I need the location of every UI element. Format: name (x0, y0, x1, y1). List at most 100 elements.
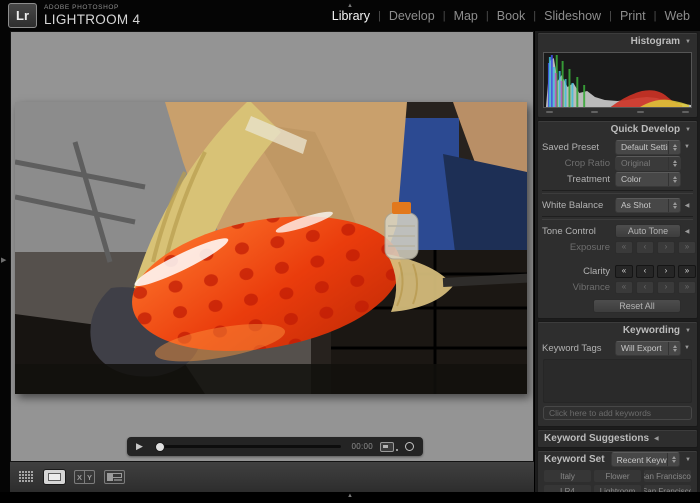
histogram-clipping-indicators (538, 111, 697, 117)
keyword-chip[interactable]: San Franciscod (644, 470, 691, 482)
compare-x-label: X (75, 471, 85, 483)
module-web[interactable]: Web (665, 9, 690, 23)
keyword-set-grid: Italy Flower San Franciscod LR4 Lightroo… (544, 470, 691, 492)
play-button[interactable]: ▶ (136, 442, 143, 451)
vibrance-decrease-button[interactable]: ‹ (636, 280, 654, 294)
vibrance-large-decrease-button[interactable]: « (615, 280, 633, 294)
crop-ratio-label: Crop Ratio (564, 157, 610, 169)
saved-preset-row: Saved Preset Default Settings ▼ (542, 139, 693, 155)
expand-section-icon[interactable]: ▼ (681, 144, 693, 150)
clarity-large-increase-button[interactable]: » (678, 264, 696, 278)
clarity-decrease-button[interactable]: ‹ (636, 264, 654, 278)
white-balance-value: As Shot (621, 200, 651, 210)
dropdown-stepper-icon[interactable] (668, 140, 680, 154)
tick-mark (546, 111, 553, 113)
module-book[interactable]: Book (497, 9, 526, 23)
expand-section-icon[interactable]: ◀ (681, 202, 693, 209)
lightroom-logo: Lr (8, 3, 37, 28)
dropdown-stepper-icon[interactable] (668, 172, 680, 186)
add-keywords-input[interactable] (543, 406, 692, 420)
dropdown-stepper-icon[interactable] (668, 341, 680, 355)
collapse-panel-icon[interactable]: ▼ (685, 328, 691, 334)
clarity-increase-button[interactable]: › (657, 264, 675, 278)
module-picker: Library | Develop | Map | Book | Slidesh… (332, 9, 690, 23)
scrubber-handle[interactable] (154, 442, 165, 452)
tick-mark (591, 111, 599, 113)
collapse-panel-icon[interactable]: ▼ (685, 39, 691, 45)
histogram-header[interactable]: Histogram ▼ (538, 33, 697, 50)
quick-develop-header[interactable]: Quick Develop ▼ (538, 121, 697, 138)
left-panel-collapsed-rail: ▶ (0, 31, 10, 492)
crop-ratio-row: Crop Ratio Original (542, 155, 693, 171)
capture-frame-icon[interactable] (380, 441, 394, 452)
exposure-large-increase-button[interactable]: » (678, 240, 696, 254)
expand-section-icon[interactable]: ▼ (681, 345, 693, 351)
brand-lightroom-version: LIGHTROOM 4 (44, 12, 141, 27)
histogram-illustration (544, 53, 691, 107)
exposure-decrease-button[interactable]: ‹ (636, 240, 654, 254)
grid-view-icon[interactable] (19, 471, 35, 483)
expand-panel-icon[interactable]: ◀ (654, 435, 659, 442)
playback-options-button[interactable] (405, 442, 414, 451)
keyword-tags-textarea[interactable] (543, 359, 692, 403)
keyword-chip[interactable]: LR4 (544, 485, 591, 492)
keyword-set-dropdown[interactable]: Recent Keywords (610, 452, 681, 467)
keyword-chip[interactable]: San Francisco (644, 485, 691, 492)
expand-section-icon[interactable]: ◀ (681, 228, 693, 235)
vibrance-increase-button[interactable]: › (657, 280, 675, 294)
keyword-tags-label: Keyword Tags (542, 342, 602, 354)
top-bar: Lr ADOBE PHOTOSHOP LIGHTROOM 4 ▲ Library… (0, 0, 700, 31)
vibrance-large-increase-button[interactable]: » (678, 280, 696, 294)
frame-menu-dot-icon (396, 448, 398, 451)
dropdown-stepper-icon[interactable] (667, 453, 679, 466)
auto-tone-button[interactable]: Auto Tone (615, 224, 681, 238)
collapse-top-panel-arrow-icon[interactable]: ▲ (347, 3, 353, 9)
expand-left-panel-arrow-icon[interactable]: ▶ (1, 256, 6, 264)
collapse-panel-icon[interactable]: ▼ (685, 127, 691, 133)
keyword-chip[interactable]: Italy (544, 470, 591, 482)
keywording-header[interactable]: Keywording ▼ (538, 322, 697, 339)
loupe-view-icon[interactable] (44, 470, 65, 484)
dropdown-stepper-icon[interactable] (668, 156, 680, 170)
module-separator: | (609, 9, 612, 22)
exposure-row: Exposure « ‹ › » (542, 239, 696, 255)
keyword-set-header[interactable]: Keyword Set Recent Keywords ▼ (538, 451, 697, 468)
crop-ratio-dropdown[interactable]: Original (615, 155, 681, 171)
clarity-large-decrease-button[interactable]: « (615, 264, 633, 278)
video-scrubber[interactable] (154, 442, 342, 452)
exposure-increase-button[interactable]: › (657, 240, 675, 254)
expand-filmstrip-arrow-icon[interactable]: ▲ (347, 493, 353, 499)
treatment-dropdown[interactable]: Color (615, 171, 681, 187)
reset-all-button[interactable]: Reset All (593, 299, 681, 313)
module-print[interactable]: Print (620, 9, 646, 23)
keyword-set-panel: Keyword Set Recent Keywords ▼ Italy Flow… (537, 450, 698, 492)
loupe-view-content: ▶ 00:00 (10, 31, 534, 461)
module-separator: | (485, 9, 489, 22)
keyword-tags-dropdown[interactable]: Will Export (615, 340, 681, 356)
keyword-chip[interactable]: Lightroom (594, 485, 641, 492)
dropdown-stepper-icon[interactable] (668, 198, 680, 212)
divider (542, 190, 693, 194)
photo-glassblowing-video-frame[interactable] (15, 102, 527, 394)
module-slideshow[interactable]: Slideshow (544, 9, 601, 23)
brand: ADOBE PHOTOSHOP LIGHTROOM 4 (44, 4, 141, 27)
view-toolbar: X Y (10, 461, 534, 492)
keyword-chip[interactable]: Flower (594, 470, 641, 482)
exposure-large-decrease-button[interactable]: « (615, 240, 633, 254)
tick-mark (681, 111, 689, 113)
histogram-graph[interactable] (543, 52, 692, 108)
saved-preset-dropdown[interactable]: Default Settings (615, 139, 681, 155)
keywording-title: Keywording (622, 325, 681, 336)
playback-time: 00:00 (351, 442, 373, 451)
clarity-row: Clarity « ‹ › » (542, 263, 696, 279)
survey-view-icon[interactable] (104, 470, 125, 484)
module-map[interactable]: Map (454, 9, 478, 23)
compare-view-icon[interactable]: X Y (74, 470, 95, 484)
white-balance-dropdown[interactable]: As Shot (615, 197, 681, 213)
keyword-suggestions-header[interactable]: Keyword Suggestions ◀ (538, 430, 697, 447)
module-develop[interactable]: Develop (389, 9, 435, 23)
module-separator: | (377, 9, 381, 22)
collapse-panel-icon[interactable]: ▼ (685, 457, 691, 463)
module-library[interactable]: Library (332, 9, 370, 23)
main-area: ▶ ▶ 00:00 X Y Histogram ▼ Quick Develop … (0, 31, 700, 492)
